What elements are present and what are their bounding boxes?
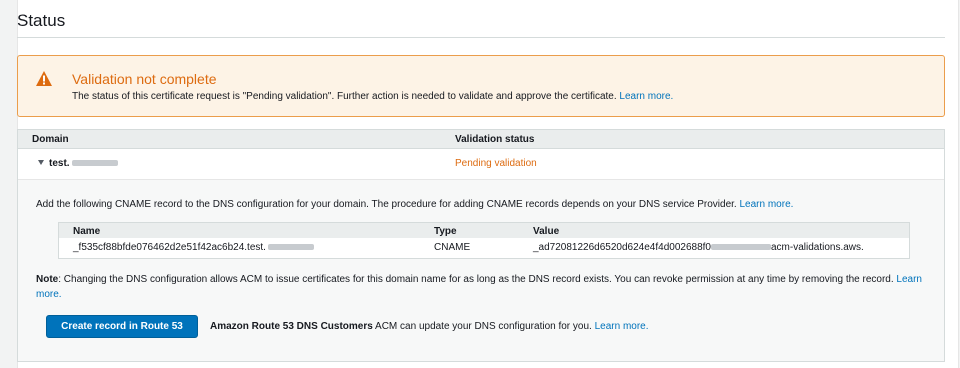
cname-record-table: Name Type Value _f535cf88bfde076462d2e51…: [58, 222, 910, 259]
column-header-value: Value: [533, 226, 560, 237]
caret-down-icon[interactable]: [38, 160, 44, 165]
note-label: Note: [36, 274, 59, 285]
alert-title: Validation not complete: [72, 71, 217, 87]
table-header: Domain Validation status: [18, 130, 944, 149]
column-header-validation-status: Validation status: [455, 134, 535, 145]
redacted-block: [710, 244, 771, 251]
create-record-button[interactable]: Create record in Route 53: [46, 315, 198, 338]
instruction-text: Add the following CNAME record to the DN…: [36, 199, 793, 210]
column-header-domain: Domain: [32, 134, 69, 145]
instruction-learn-more-link[interactable]: Learn more.: [740, 199, 794, 210]
alert-learn-more-link[interactable]: Learn more.: [619, 91, 673, 102]
record-type: CNAME: [434, 242, 471, 253]
record-table-header: Name Type Value: [59, 223, 909, 238]
record-value-start: _ad72081226d6520d624e4f4d002688f0: [533, 242, 711, 253]
record-value: _ad72081226d6520d624e4f4d002688f0 acm-val…: [533, 242, 864, 253]
table-row[interactable]: test. Pending validation: [18, 149, 944, 180]
domain-table: Domain Validation status test. Pending v…: [17, 129, 945, 362]
cta-bold: Amazon Route 53 DNS Customers: [210, 321, 373, 332]
alert-message: The status of this certificate request i…: [72, 91, 673, 102]
section-title: Status: [17, 11, 66, 30]
route53-cta-text: Amazon Route 53 DNS Customers ACM can up…: [210, 321, 649, 332]
record-name: _f535cf88bfde076462d2e51f42ac6b24.test.: [73, 242, 314, 253]
validation-alert: Validation not complete The status of th…: [17, 55, 945, 117]
warning-triangle-icon: [36, 71, 52, 86]
note-body: : Changing the DNS configuration allows …: [58, 274, 897, 285]
column-header-type: Type: [434, 226, 457, 237]
cta-learn-more-link[interactable]: Learn more.: [595, 321, 649, 332]
record-name-text: _f535cf88bfde076462d2e51f42ac6b24.test.: [73, 242, 266, 253]
table-row: _f535cf88bfde076462d2e51f42ac6b24.test. …: [59, 239, 909, 258]
redacted-block: [71, 160, 118, 167]
note-text: Note: Changing the DNS configuration all…: [36, 272, 926, 302]
domain-name: test.: [49, 158, 118, 169]
instruction-body: Add the following CNAME record to the DN…: [36, 199, 740, 210]
cta-body: ACM can update your DNS configuration fo…: [372, 321, 595, 332]
record-value-end: acm-validations.aws.: [770, 242, 864, 253]
redacted-block: [267, 244, 314, 251]
divider: [17, 37, 945, 38]
record-details: Add the following CNAME record to the DN…: [18, 180, 944, 361]
status-badge: Pending validation: [455, 158, 537, 169]
alert-message-text: The status of this certificate request i…: [72, 91, 620, 102]
column-header-name: Name: [73, 226, 101, 237]
domain-name-text: test.: [49, 158, 70, 169]
